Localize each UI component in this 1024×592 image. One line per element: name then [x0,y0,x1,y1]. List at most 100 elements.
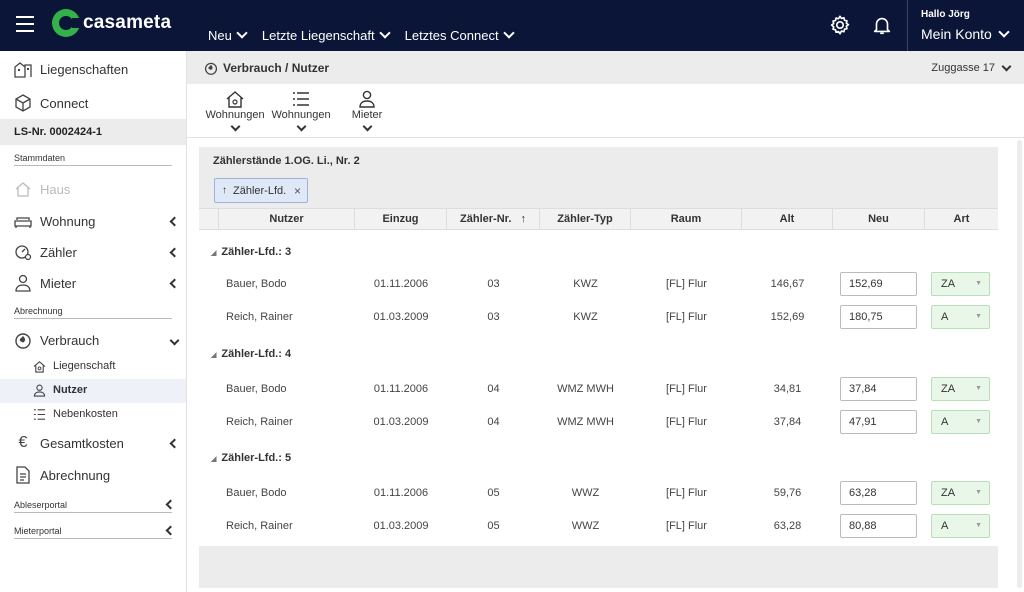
art-select[interactable]: A ▼ [931,410,990,434]
column-nutzer[interactable]: Nutzer [219,209,355,230]
close-icon[interactable]: × [294,184,301,198]
account-menu[interactable]: Hallo Jörg Mein Konto [921,9,1010,42]
sidebar-item-verbrauch[interactable]: Verbrauch [0,331,186,349]
column-einzug[interactable]: Einzug [355,209,447,230]
chevron-down-icon [296,121,306,132]
sidebar-item-zaehler[interactable]: Zähler [0,243,186,261]
nav-letztes-connect[interactable]: Letztes Connect [404,27,515,43]
dropdown-arrow-icon: ▼ [975,418,982,425]
neu-input[interactable]: 152,69 [840,272,917,296]
cell-einzug: 01.11.2006 [373,278,429,290]
section-ableserportal[interactable]: Ableserportal [14,499,176,513]
section-label: Ableserportal [14,500,68,510]
account-label: Mein Konto [921,26,992,42]
cell-alt: 146,67 [770,278,805,290]
chevron-down-icon [502,27,515,39]
group-header[interactable]: ◢ Zähler-Lfd.: 3 [211,246,291,258]
section-mieterportal[interactable]: Mieterportal [14,525,176,539]
cell-zaehler-nr: 05 [487,487,500,499]
sidebar-subitem-liegenschaft[interactable]: Liegenschaft [0,355,186,379]
toolbar: Wohnungen Wohnungen Mieter [187,84,1024,138]
cell-zaehler-nr: 04 [487,416,500,428]
toolbar-wohnungen-button[interactable]: Wohnungen [205,90,265,136]
house-outline-icon [33,361,46,373]
nav-letzte-liegenschaft[interactable]: Letzte Liegenschaft [262,27,391,43]
top-bar: casameta Neu Letzte Liegenschaft Letztes… [0,0,1024,51]
cell-zaehler-typ: WMZ MWH [557,416,614,428]
dropdown-arrow-icon: ▼ [975,385,982,392]
group-header[interactable]: ◢ Zähler-Lfd.: 4 [211,348,291,360]
art-select[interactable]: ZA ▼ [931,377,990,401]
cell-nutzer: Reich, Rainer [226,311,293,323]
dropdown-arrow-icon: ▼ [975,313,982,320]
menu-icon[interactable] [16,16,34,32]
nav-label: Letztes Connect [404,28,499,43]
art-select[interactable]: A ▼ [931,514,990,538]
sidebar-item-abrechnung[interactable]: Abrechnung [0,466,186,484]
address-label: Zuggasse 17 [931,62,995,74]
column-raum[interactable]: Raum [631,209,742,230]
neu-input[interactable]: 63,28 [840,481,917,505]
neu-input[interactable]: 47,91 [840,410,917,434]
logo-text: casameta [83,12,172,33]
neu-input[interactable]: 180,75 [840,305,917,329]
chevron-left-icon[interactable] [169,438,180,448]
vertical-scrollbar[interactable] [1017,140,1022,588]
chevron-left-icon[interactable] [165,525,176,536]
toolbar-mieter-button[interactable]: Mieter [337,90,397,136]
cube-icon [15,94,31,112]
cell-zaehler-typ: WMZ MWH [557,383,614,395]
top-nav: Neu Letzte Liegenschaft Letztes Connect [208,0,529,51]
art-value: A [941,520,949,532]
sidebar-item-gesamtkosten[interactable]: € Gesamtkosten [0,434,186,452]
sidebar-subitem-label: Nutzer [53,384,88,396]
group-header[interactable]: ◢ Zähler-Lfd.: 5 [211,452,291,464]
account-button[interactable]: Mein Konto [921,25,1010,42]
toolbar-wohnungen-list-button[interactable]: Wohnungen [271,90,331,136]
flame-meter-icon [204,62,218,75]
sidebar-subitem-nebenkosten[interactable]: Nebenkosten [0,403,186,427]
neu-input[interactable]: 37,84 [840,377,917,401]
cell-alt: 59,76 [773,487,802,499]
chevron-down-icon[interactable] [169,335,180,345]
cell-nutzer: Bauer, Bodo [226,278,287,290]
sidebar-subitem-nutzer[interactable]: Nutzer [0,379,186,403]
chevron-left-icon[interactable] [169,278,180,288]
logo[interactable]: casameta [52,9,171,37]
art-select[interactable]: ZA ▼ [931,481,990,505]
sidebar-item-wohnung[interactable]: Wohnung [0,212,186,230]
group-chip[interactable]: ↑ Zähler-Lfd. × [214,178,308,203]
collapse-icon[interactable]: ◢ [211,456,216,463]
sidebar-item-mieter[interactable]: Mieter [0,274,186,292]
cell-nutzer: Bauer, Bodo [226,383,287,395]
neu-input[interactable]: 80,88 [840,514,917,538]
art-select[interactable]: A ▼ [931,305,990,329]
person-icon [359,90,375,108]
sidebar-item-liegenschaften[interactable]: Liegenschaften [0,60,186,78]
bell-icon[interactable] [871,14,893,36]
cell-nutzer: Reich, Rainer [226,520,293,532]
collapse-icon[interactable]: ◢ [211,352,216,359]
cell-raum: [FL] Flur [666,416,707,428]
column-zaehler-typ[interactable]: Zähler-Typ [540,209,631,230]
chevron-down-icon [236,27,248,39]
list-icon [293,92,309,106]
nav-neu[interactable]: Neu [208,27,248,43]
collapse-icon[interactable]: ◢ [211,250,216,257]
column-neu[interactable]: Neu [833,209,925,230]
sidebar-item-connect[interactable]: Connect [0,94,186,112]
chevron-left-icon[interactable] [169,216,180,226]
toolbar-button-label: Mieter [351,109,383,121]
art-select[interactable]: ZA ▼ [931,272,990,296]
cell-zaehler-typ: KWZ [573,311,598,323]
column-zaehler-nr[interactable]: Zähler-Nr. ↑ [447,209,540,230]
chevron-left-icon[interactable] [169,247,180,257]
column-art[interactable]: Art [925,209,998,230]
chevron-left-icon[interactable] [165,499,176,510]
group-label: Zähler-Lfd.: 3 [221,246,292,258]
section-label: Abrechnung [14,306,63,316]
column-alt[interactable]: Alt [742,209,833,230]
gear-icon[interactable] [829,14,851,36]
address-selector[interactable]: Zuggasse 17 [931,61,1012,74]
cell-nutzer: Bauer, Bodo [226,487,287,499]
